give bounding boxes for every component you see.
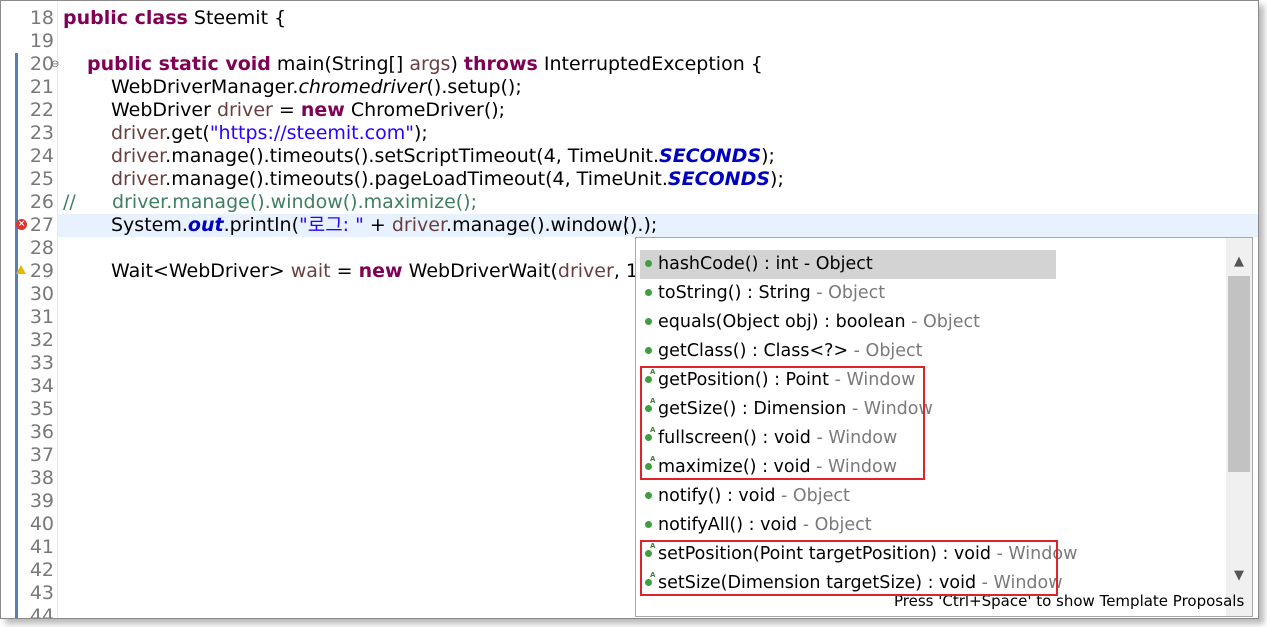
proposal-item[interactable]: notifyAll() : void - Object <box>640 511 872 540</box>
line-number: 41 <box>29 536 54 558</box>
code-line-24[interactable]: driver.manage().timeouts().setScriptTime… <box>111 145 775 168</box>
public-method-icon <box>645 259 652 267</box>
line-number: 25 <box>29 168 54 190</box>
change-ruler <box>15 1 18 618</box>
text-cursor <box>625 216 626 235</box>
line-number: 43 <box>29 582 54 604</box>
line-number: 24 <box>29 145 54 167</box>
warning-icon[interactable] <box>16 265 26 274</box>
public-method-icon <box>645 317 652 325</box>
proposal-item[interactable]: notify() : void - Object <box>640 482 850 511</box>
public-method-icon <box>645 346 652 354</box>
line-number: 20 <box>29 53 54 75</box>
line-number: 22 <box>29 99 54 121</box>
code-line-25[interactable]: driver.manage().timeouts().pageLoadTimeo… <box>111 168 784 191</box>
line-number: 44 <box>29 605 54 619</box>
line-number: 19 <box>29 30 54 52</box>
line-number: 35 <box>29 398 54 420</box>
annotation-box-getters <box>640 366 925 480</box>
chevron-up-icon[interactable]: ▲ <box>1226 252 1252 272</box>
proposal-item[interactable]: toString() : String - Object <box>640 279 885 308</box>
line-number: 33 <box>29 352 54 374</box>
proposal-item[interactable]: equals(Object obj) : boolean - Object <box>640 308 980 337</box>
public-method-icon <box>645 491 652 499</box>
code-line-22[interactable]: WebDriver driver = new ChromeDriver(); <box>111 99 505 122</box>
line-number: 38 <box>29 467 54 489</box>
line-number: 34 <box>29 375 54 397</box>
gutter-divider <box>57 1 58 618</box>
proposal-item[interactable]: getClass() : Class<?> - Object <box>640 337 923 366</box>
line-number: 39 <box>29 490 54 512</box>
chevron-down-icon[interactable]: ▼ <box>1226 566 1252 586</box>
line-number: 37 <box>29 444 54 466</box>
code-line-21[interactable]: WebDriverManager.chromedriver().setup(); <box>111 76 522 99</box>
code-line-26[interactable]: // driver.manage().window().maximize(); <box>63 191 477 214</box>
line-number: 30 <box>29 283 54 305</box>
line-number: 31 <box>29 306 54 328</box>
code-line-27[interactable]: System.out.println("로그: " + driver.manag… <box>111 214 657 237</box>
code-line-18[interactable]: public class Steemit { <box>63 7 286 30</box>
line-number: 28 <box>29 237 54 259</box>
public-method-icon <box>645 288 652 296</box>
line-number: 23 <box>29 122 54 144</box>
scrollbar-thumb[interactable] <box>1228 276 1250 472</box>
line-number: 21 <box>29 76 54 98</box>
line-number: 32 <box>29 329 54 351</box>
proposal-item[interactable]: hashCode() : int - Object <box>640 250 1056 279</box>
line-number: 36 <box>29 421 54 443</box>
collapse-icon[interactable]: ⊖ <box>51 60 59 70</box>
code-line-23[interactable]: driver.get("https://steemit.com"); <box>111 122 428 145</box>
line-number: 42 <box>29 559 54 581</box>
code-line-20[interactable]: public static void main(String[] args) t… <box>87 53 763 76</box>
line-number: 18 <box>29 7 54 29</box>
annotation-box-setters <box>640 540 1058 596</box>
public-method-icon <box>645 520 652 528</box>
code-line-29[interactable]: Wait<WebDriver> wait = new WebDriverWait… <box>111 260 657 283</box>
error-icon[interactable]: × <box>16 219 27 230</box>
code-editor[interactable]: 18 19 20 21 22 23 24 25 26 27 28 29 30 3… <box>0 0 1259 619</box>
line-number: 40 <box>29 513 54 535</box>
line-number: 26 <box>29 191 54 213</box>
